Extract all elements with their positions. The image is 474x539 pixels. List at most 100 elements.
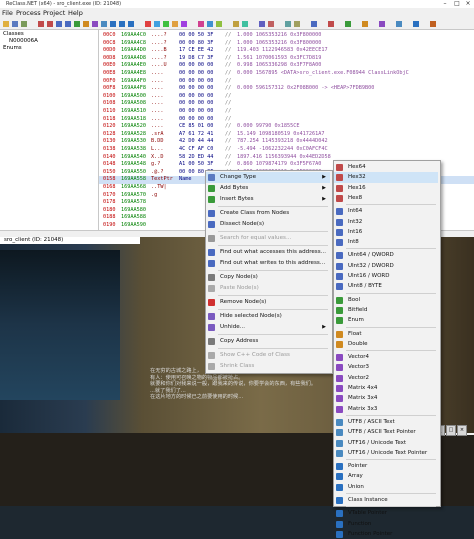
- hex32-icon[interactable]: [47, 21, 53, 27]
- pointer-icon[interactable]: [110, 21, 116, 27]
- type-icon-e[interactable]: [181, 21, 187, 27]
- memory-row[interactable]: 0130 169AA530 B.DD 42 D0 44 44 // 787.254 114…: [99, 138, 474, 146]
- menu-item-copy-node-s[interactable]: Copy Node(s): [206, 272, 330, 283]
- type-option-uint8-byte[interactable]: UInt8 / BYTE: [334, 281, 438, 291]
- type-icon-c[interactable]: [163, 21, 169, 27]
- type-icon-v[interactable]: [430, 21, 436, 27]
- type-icon-s[interactable]: [379, 21, 385, 27]
- vector-icon[interactable]: [92, 21, 98, 27]
- int32-icon[interactable]: [65, 21, 71, 27]
- type-option-hex8[interactable]: Hex8: [334, 193, 438, 203]
- type-option-function-pointer[interactable]: Function Pointer: [334, 529, 438, 539]
- type-option-double[interactable]: Double: [334, 339, 438, 349]
- memory-row[interactable]: 0120 169AA520.... CE 85 01 00 // 0.000 99790…: [99, 123, 474, 131]
- hex64-icon[interactable]: [38, 21, 44, 27]
- menu-item-create-class-from-nodes[interactable]: Create Class from Nodes: [206, 208, 330, 219]
- menu-process[interactable]: Process: [16, 9, 41, 17]
- menu-item-shrink-class[interactable]: Shrink Class: [206, 361, 330, 372]
- new-class-icon[interactable]: [21, 21, 27, 27]
- bool-icon[interactable]: [74, 21, 80, 27]
- menu-item-add-bytes[interactable]: Add Bytes ▶: [206, 183, 330, 194]
- tree-node-enums[interactable]: Enums: [3, 45, 22, 51]
- menu-item-change-type[interactable]: Change Type ▶: [206, 172, 330, 183]
- type-option-array[interactable]: Array: [334, 471, 438, 481]
- type-option-vtable-pointer[interactable]: VTable Pointer: [334, 508, 438, 518]
- type-icon-u[interactable]: [413, 21, 419, 27]
- type-icon-j[interactable]: [242, 21, 248, 27]
- type-icon-f[interactable]: [198, 21, 204, 27]
- memory-row[interactable]: 0118 169AA518.... 00 00 00 00 //: [99, 116, 474, 124]
- menu-help[interactable]: Help: [68, 9, 83, 17]
- menu-item-copy-address[interactable]: Copy Address: [206, 336, 330, 347]
- type-option-union[interactable]: Union: [334, 482, 438, 492]
- type-option-uint16-word[interactable]: UInt16 / WORD: [334, 271, 438, 281]
- type-icon-h[interactable]: [216, 21, 222, 27]
- memory-row[interactable]: 00E0 169AA4E0 ....U 00 00 00 00 // 0.998 1065…: [99, 62, 474, 70]
- int64-icon[interactable]: [56, 21, 62, 27]
- type-option-bitfield[interactable]: Bitfield: [334, 305, 438, 315]
- menu-item-unhide[interactable]: Unhide... ▶: [206, 322, 330, 333]
- menu-item-search-for-equal-values[interactable]: Search for equal values...: [206, 233, 330, 244]
- game-maximize-button[interactable]: □: [446, 425, 456, 436]
- type-option-function[interactable]: Function: [334, 519, 438, 529]
- open-icon[interactable]: [3, 21, 9, 27]
- menu-project[interactable]: Project: [43, 9, 65, 17]
- memory-row[interactable]: 00C8 169AA4C8....? 00 00 80 3F // 1.000 1065…: [99, 40, 474, 48]
- type-option-vector2[interactable]: Vector2: [334, 373, 438, 383]
- memory-row[interactable]: 0108 169AA508.... 00 00 00 00 //: [99, 100, 474, 108]
- menu-item-hide-selected-node-s[interactable]: Hide selected Node(s): [206, 311, 330, 322]
- type-icon-k[interactable]: [259, 21, 265, 27]
- game-close-button[interactable]: ×: [457, 425, 467, 436]
- text-icon[interactable]: [101, 21, 107, 27]
- type-option-enum[interactable]: Enum: [334, 315, 438, 325]
- type-option-hex16[interactable]: Hex16: [334, 183, 438, 193]
- type-icon-m[interactable]: [285, 21, 291, 27]
- tree-node-classes[interactable]: Classes: [3, 31, 24, 37]
- minimize-button[interactable]: –: [440, 0, 450, 8]
- type-icon-r[interactable]: [362, 21, 368, 27]
- type-option-float[interactable]: Float: [334, 329, 438, 339]
- save-icon[interactable]: [12, 21, 18, 27]
- memory-row[interactable]: 0110 169AA510.... 00 00 00 00 //: [99, 108, 474, 116]
- type-icon-d[interactable]: [172, 21, 178, 27]
- type-option-pointer[interactable]: Pointer: [334, 461, 438, 471]
- type-option-int64[interactable]: Int64: [334, 206, 438, 216]
- menu-item-remove-node-s[interactable]: Remove Node(s): [206, 297, 330, 308]
- type-option-hex64[interactable]: Hex64: [334, 162, 438, 172]
- type-option-hex32[interactable]: Hex32: [334, 172, 438, 183]
- memory-row[interactable]: 00F8 169AA4F8.... 00 00 00 00 // 0.000 59615…: [99, 85, 474, 93]
- type-option-vector4[interactable]: Vector4: [334, 352, 438, 362]
- type-icon-l[interactable]: [268, 21, 274, 27]
- type-icon-t[interactable]: [396, 21, 402, 27]
- type-icon-n[interactable]: [294, 21, 300, 27]
- type-option-matrix-3x3[interactable]: Matrix 3x3: [334, 404, 438, 414]
- type-icon-a[interactable]: [145, 21, 151, 27]
- type-option-utf8-ascii-text[interactable]: UTF8 / ASCII Text: [334, 417, 438, 427]
- type-icon-i[interactable]: [233, 21, 239, 27]
- type-option-utf16-unicode-text-pointer[interactable]: UTF16 / Unicode Text Pointer: [334, 448, 438, 458]
- maximize-button[interactable]: □: [452, 0, 462, 8]
- menu-item-show-c-code-of-class[interactable]: Show C++ Code of Class: [206, 350, 330, 361]
- memory-row[interactable]: 00E8 169AA4E8.... 00 00 00 00 // 0.000 15678…: [99, 70, 474, 78]
- type-icon-g[interactable]: [207, 21, 213, 27]
- type-option-matrix-4x4[interactable]: Matrix 4x4: [334, 383, 438, 393]
- type-option-class-instance[interactable]: Class Instance: [334, 495, 438, 505]
- type-option-int32[interactable]: Int32: [334, 217, 438, 227]
- type-option-int8[interactable]: Int8: [334, 237, 438, 247]
- memory-row[interactable]: 00D0 169AA4D0 ....B 17 CE EE 42 // 119.403 11…: [99, 47, 474, 55]
- close-button[interactable]: ×: [463, 0, 473, 8]
- float-icon[interactable]: [83, 21, 89, 27]
- type-option-utf16-unicode-text[interactable]: UTF16 / Unicode Text: [334, 438, 438, 448]
- type-icon-p[interactable]: [328, 21, 334, 27]
- memory-row[interactable]: 00F0 169AA4F0.... 00 00 00 00 //: [99, 78, 474, 86]
- memory-row[interactable]: 0128 169AA528 .srA A7 61 72 41 // 15.149 1098…: [99, 131, 474, 139]
- tree-node-class[interactable]: N000006A: [9, 38, 38, 44]
- memory-row[interactable]: 00C0 169AA4C0....? 00 00 50 3F // 1.000 1065…: [99, 32, 474, 40]
- menu-item-paste-node-s[interactable]: Paste Node(s): [206, 283, 330, 294]
- array-icon[interactable]: [119, 21, 125, 27]
- memory-row[interactable]: 00D8 169AA4D8....? 19 D8 C7 3F // 1.561 1070…: [99, 55, 474, 63]
- menu-file[interactable]: File: [2, 9, 13, 17]
- menu-item-find-out-what-writes-to-this-address[interactable]: Find out what writes to this address...: [206, 258, 330, 269]
- type-icon-q[interactable]: [345, 21, 351, 27]
- type-option-uint32-dword[interactable]: UInt32 / DWORD: [334, 261, 438, 271]
